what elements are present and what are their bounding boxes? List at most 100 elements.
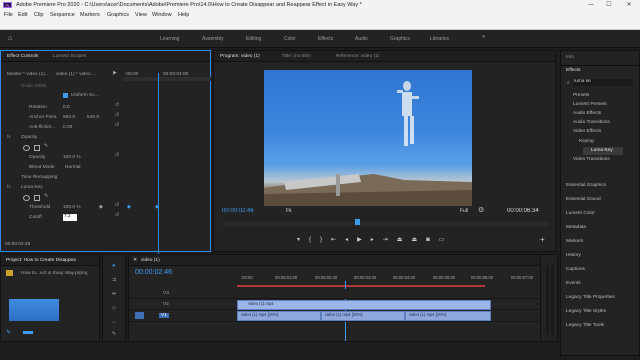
play-button[interactable]: ▶ (357, 237, 371, 243)
panel-legacy-title-tools[interactable]: Legacy Title Tools (566, 323, 604, 328)
go-to-in-icon[interactable]: ⇤ (331, 237, 345, 243)
reset-rotation-icon[interactable]: ↺ (115, 103, 119, 108)
tree-video-effects[interactable]: Video Effects (573, 129, 601, 134)
go-to-out-icon[interactable]: ⇥ (383, 237, 397, 243)
uniform-scale-checkbox[interactable] (63, 93, 68, 98)
panel-metadata[interactable]: Metadata (566, 225, 586, 230)
panel-essential-sound[interactable]: Essential Sound (566, 197, 601, 202)
selection-tool-icon[interactable]: ➤ (111, 263, 117, 269)
tab-effects[interactable]: Effects (566, 68, 581, 73)
track-v1-label[interactable]: V1 (159, 313, 169, 318)
reset-cutoff-icon[interactable]: ↺ (115, 213, 119, 218)
panel-essential-graphics[interactable]: Essential Graphics (566, 183, 606, 188)
close-button[interactable]: ✕ (622, 0, 636, 10)
add-keyframe-icon[interactable]: ◆ (99, 205, 103, 210)
compare-icon[interactable]: ▭ (439, 237, 454, 243)
reset-anchor-icon[interactable]: ↺ (115, 113, 119, 118)
export-frame-icon[interactable]: ◙ (426, 237, 439, 243)
menu-clip[interactable]: Clip (34, 12, 43, 18)
close-sequence-icon[interactable]: ✕ (133, 258, 137, 263)
program-scrub-bar[interactable] (222, 222, 548, 226)
menu-file[interactable]: File (4, 12, 13, 18)
add-marker-icon[interactable]: ▾ (297, 237, 309, 243)
workspace-effects[interactable]: Effects (318, 36, 333, 42)
cutoff-input[interactable]: 7.2 (63, 214, 77, 221)
clip-v1-b[interactable]: video (1).mp4 [20%] (321, 311, 405, 321)
luma-ellipse-mask-icon[interactable] (23, 195, 30, 201)
resolution-select[interactable]: Full (460, 208, 468, 214)
slip-tool-icon[interactable]: ↔ (111, 319, 117, 325)
tab-project[interactable]: Project: How to Create Disappea (6, 258, 94, 263)
menu-markers[interactable]: Markers (80, 12, 100, 18)
menu-graphics[interactable]: Graphics (107, 12, 129, 18)
tree-audio-effects[interactable]: Audio Effects (573, 111, 601, 116)
reset-antiflicker-icon[interactable]: ↺ (115, 123, 119, 128)
panel-markers[interactable]: Markers (566, 239, 583, 244)
tree-luma-key[interactable]: Luma Key (591, 148, 613, 153)
clip-v1-a[interactable]: video (1).mp4 [20%] (237, 311, 321, 321)
home-icon[interactable]: ⌂ (8, 35, 12, 42)
tab-reference[interactable]: Reference: video (1) (336, 54, 379, 59)
tree-presets[interactable]: Presets (573, 93, 589, 98)
clip-v1-c[interactable]: video (1).mp4 [20%] (405, 311, 491, 321)
pen-tool-icon[interactable]: ✎ (6, 329, 11, 336)
tab-effect-controls[interactable]: Effect Controls (7, 54, 38, 59)
maximize-button[interactable]: ☐ (602, 0, 616, 10)
tab-info[interactable]: Info (566, 55, 574, 60)
keyframe-icon[interactable]: ◆ (155, 205, 159, 210)
source-patch-v1[interactable] (135, 312, 144, 319)
blend-mode-select[interactable]: Normal (65, 165, 80, 170)
rectangle-mask-icon[interactable] (34, 145, 40, 151)
zoom-slider[interactable] (23, 331, 33, 334)
ellipse-mask-icon[interactable] (23, 145, 30, 151)
workspace-graphics[interactable]: Graphics (390, 36, 410, 42)
fit-select[interactable]: Fit (286, 208, 292, 214)
mark-out-icon[interactable]: } (320, 237, 331, 243)
rotation-value[interactable]: 0.0 (63, 105, 70, 110)
menu-edit[interactable]: Edit (18, 12, 27, 18)
panel-events[interactable]: Events (566, 281, 581, 286)
program-video-frame[interactable] (264, 70, 472, 206)
anti-flicker-value[interactable]: 0.00 (63, 125, 72, 130)
ripple-edit-tool-icon[interactable]: ⇹ (111, 291, 117, 297)
workspace-color[interactable]: Color (284, 36, 296, 42)
tab-sequence[interactable]: video (1) (141, 258, 160, 263)
program-playhead[interactable] (355, 219, 360, 225)
track-select-tool-icon[interactable]: ⇉ (111, 277, 117, 283)
minimize-button[interactable]: — (584, 0, 598, 10)
workspace-libraries[interactable]: Libraries (430, 36, 449, 42)
program-timecode[interactable]: 00:00:02:46 (222, 208, 254, 214)
step-back-icon[interactable]: ◂ (345, 237, 357, 243)
keyframe-icon[interactable]: ◆ (127, 205, 131, 210)
panel-history[interactable]: History (566, 253, 581, 258)
tree-audio-transitions[interactable]: Audio Transitions (573, 120, 610, 125)
panel-lumetri-color[interactable]: Lumetri Color (566, 211, 595, 216)
media-thumbnail[interactable] (9, 299, 59, 321)
tab-lumetri-scopes[interactable]: Lumetri Scopes (53, 54, 86, 59)
anchor-x-value[interactable]: 960.0 (63, 115, 75, 120)
settings-wrench-icon[interactable]: ⚙ (478, 206, 484, 214)
menu-help[interactable]: Help (178, 12, 189, 18)
workspace-audio[interactable]: Audio (355, 36, 368, 42)
tab-title[interactable]: Title: (no title) (282, 54, 311, 59)
menu-window[interactable]: Window (152, 12, 172, 18)
ec-timecode[interactable]: 00:00:02:46 (5, 242, 30, 247)
workspace-editing[interactable]: Editing (246, 36, 261, 42)
luma-pen-mask-icon[interactable]: ✎ (44, 194, 48, 199)
lift-icon[interactable]: ⏏ (397, 237, 412, 243)
pen-tool-icon[interactable]: ✎ (111, 331, 117, 337)
menu-sequence[interactable]: Sequence (50, 12, 75, 18)
opacity-value[interactable]: 100.0 % (63, 155, 81, 160)
play-icon[interactable]: ▶ (113, 71, 117, 76)
step-forward-icon[interactable]: ▸ (371, 237, 383, 243)
anchor-y-value[interactable]: 540.0 (87, 115, 99, 120)
tree-video-transitions[interactable]: Video Transitions (573, 157, 610, 162)
panel-legacy-title-styles[interactable]: Legacy Title Styles (566, 309, 606, 314)
tab-program[interactable]: Program: video (1) (220, 54, 260, 59)
button-editor-icon[interactable]: + (540, 235, 545, 244)
panel-legacy-title-properties[interactable]: Legacy Title Properties (566, 295, 615, 300)
reset-threshold-icon[interactable]: ↺ (115, 203, 119, 208)
panel-captions[interactable]: Captions (566, 267, 585, 272)
clip-v2[interactable]: video (1).mp4 (237, 300, 491, 310)
luma-rectangle-mask-icon[interactable] (34, 195, 40, 201)
